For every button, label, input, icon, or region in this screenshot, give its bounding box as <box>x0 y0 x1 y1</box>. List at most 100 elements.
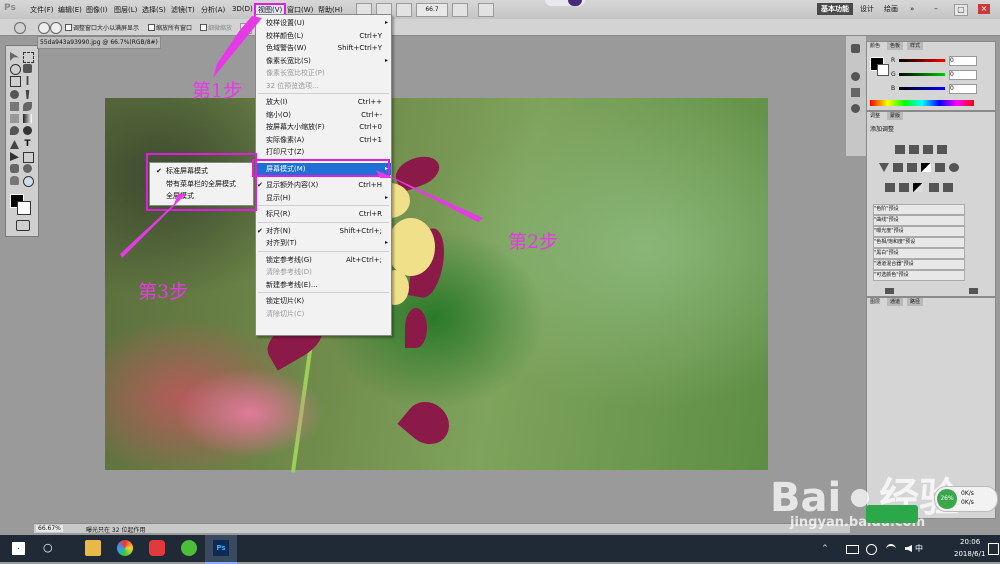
restore-icon[interactable]: ▢ <box>954 4 968 16</box>
clip-layer-icon[interactable] <box>885 288 894 294</box>
eyedropper-tool-icon[interactable] <box>26 76 29 85</box>
channel-mixer-icon[interactable] <box>949 163 959 172</box>
zoom-in-icon[interactable] <box>38 22 50 34</box>
type-tool-icon[interactable]: T <box>23 140 32 149</box>
taskbar-date[interactable]: 2018/6/1 <box>954 550 985 558</box>
black-white-icon[interactable] <box>921 163 931 172</box>
view-menu-item[interactable]: ✔ 对齐(N) Shift+Ctrl+; <box>256 225 391 237</box>
document-tab[interactable]: 55da943a93990.jpg @ 66.7%(RGB/8#) × <box>37 36 161 49</box>
tab-channels[interactable]: 通道 <box>887 298 904 306</box>
preset-curves[interactable]: "曲线"预设 <box>873 215 965 226</box>
vibrance-icon[interactable] <box>879 163 889 172</box>
channel-b-slider[interactable] <box>899 87 945 90</box>
tab-layers[interactable]: 图层 <box>867 298 884 306</box>
workspace-essentials[interactable]: 基本功能 <box>817 3 853 15</box>
move-tool-icon[interactable] <box>10 52 19 61</box>
app-colorful-icon[interactable] <box>117 540 133 556</box>
exposure-icon[interactable] <box>937 145 947 154</box>
shape-tool-icon[interactable] <box>23 152 34 163</box>
file-explorer-icon[interactable] <box>85 540 101 556</box>
menu-edit[interactable]: 编辑(E) <box>58 5 82 15</box>
view-menu-item[interactable]: 锁定切片(K) <box>256 295 391 307</box>
zoom-all-option[interactable]: 缩放所有窗口 <box>148 23 192 32</box>
invert-icon[interactable] <box>885 183 895 192</box>
selective-color-icon[interactable] <box>943 183 953 192</box>
tab-swatches[interactable]: 色板 <box>887 42 904 50</box>
workspace-more[interactable]: » <box>906 3 918 15</box>
arrange-documents-icon[interactable] <box>478 3 494 17</box>
menu-3d[interactable]: 3D(D) <box>232 5 253 13</box>
view-menu-item[interactable]: ✔ 显示额外内容(X) Ctrl+H <box>256 179 391 191</box>
channel-g-slider[interactable] <box>899 73 945 76</box>
navigator-panel-icon[interactable] <box>851 72 860 81</box>
view-menu-item[interactable]: 校样设置(U) ▸ <box>256 17 391 29</box>
hand-tool-icon[interactable] <box>452 3 468 17</box>
battery-icon[interactable] <box>846 545 859 554</box>
status-info[interactable]: 曝光只在 32 位起作用 <box>86 525 145 534</box>
view-menu-item[interactable]: 校样颜色(L) Ctrl+Y <box>256 30 391 42</box>
preset-levels[interactable]: "色阶"预设 <box>873 204 965 215</box>
status-zoom[interactable]: 66.67% <box>36 525 63 532</box>
view-menu-item[interactable]: 实际像素(A) Ctrl+1 <box>256 134 391 146</box>
view-menu-item[interactable]: 放大(I) Ctrl++ <box>256 96 391 108</box>
menu-analysis[interactable]: 分析(A) <box>201 5 225 15</box>
view-menu-item[interactable]: 锁定参考线(G) Alt+Ctrl+; <box>256 254 391 266</box>
channel-g-value[interactable]: 0 <box>949 70 977 80</box>
workspace-design[interactable]: 设计 <box>856 3 878 15</box>
3d-rotate-icon[interactable] <box>10 164 19 173</box>
color-balance-icon[interactable] <box>907 163 917 172</box>
menu-file[interactable]: 文件(F) <box>30 5 54 15</box>
view-menu-item[interactable]: 对齐到(T) ▸ <box>256 237 391 249</box>
app-red-icon[interactable] <box>149 540 165 556</box>
quick-select-tool-icon[interactable] <box>23 64 32 73</box>
eraser-tool-icon[interactable] <box>10 114 19 123</box>
network-speed-widget[interactable]: 26% 0K/s 0K/s <box>934 486 998 512</box>
tab-color[interactable]: 颜色 <box>867 42 884 50</box>
close-icon[interactable]: × <box>978 4 990 14</box>
preset-exposure[interactable]: "曝光度"预设 <box>873 226 965 237</box>
menu-select[interactable]: 选择(S) <box>142 5 166 15</box>
color-spectrum-bar[interactable] <box>870 100 974 106</box>
menu-layer[interactable]: 图层(L) <box>114 5 137 15</box>
search-icon[interactable]: ○ <box>43 541 53 554</box>
volume-icon[interactable] <box>905 545 912 552</box>
minimize-icon[interactable]: – <box>930 4 942 14</box>
tab-paths[interactable]: 路径 <box>907 298 924 306</box>
brush-tool-icon[interactable] <box>25 90 30 99</box>
history-panel-icon[interactable] <box>851 44 860 53</box>
marquee-tool-icon[interactable] <box>23 52 34 63</box>
background-color-swatch[interactable] <box>17 201 31 215</box>
quick-mask-icon[interactable] <box>16 220 30 231</box>
path-select-icon[interactable] <box>10 152 19 161</box>
green-floating-button[interactable] <box>866 505 918 523</box>
wifi-icon[interactable] <box>886 544 896 554</box>
hue-saturation-icon[interactable] <box>893 163 903 172</box>
background-color-preview[interactable] <box>877 64 889 76</box>
crop-tool-icon[interactable] <box>10 76 21 87</box>
windows-start-icon[interactable] <box>12 542 25 555</box>
pen-tool-icon[interactable] <box>10 140 19 149</box>
view-menu-item[interactable]: 按屏幕大小缩放(F) Ctrl+0 <box>256 121 391 133</box>
taskbar-photoshop-active[interactable]: Ps <box>205 535 237 564</box>
channel-r-value[interactable]: 0 <box>949 56 977 66</box>
histogram-panel-icon[interactable] <box>851 88 860 97</box>
resize-windows-option[interactable]: 调整窗口大小以满屏显示 <box>65 23 139 32</box>
view-menu-item[interactable]: 色域警告(W) Shift+Ctrl+Y <box>256 42 391 54</box>
view-menu-item[interactable]: 显示(H) ▸ <box>256 192 391 204</box>
zoom-tool-icon-2[interactable] <box>23 176 34 187</box>
blur-tool-icon[interactable] <box>10 126 19 135</box>
view-menu-item[interactable]: 新建参考线(E)... <box>256 279 391 291</box>
healing-brush-icon[interactable] <box>10 90 19 99</box>
tab-adjustments[interactable]: 调整 <box>867 112 884 120</box>
photo-filter-icon[interactable] <box>935 163 945 172</box>
input-mode-label[interactable]: 中 <box>915 543 923 554</box>
wechat-icon[interactable] <box>181 540 197 556</box>
info-panel-icon[interactable] <box>851 104 860 113</box>
zoom-tool-icon[interactable] <box>14 22 26 34</box>
channel-r-slider[interactable] <box>899 59 945 62</box>
preset-hue-saturation[interactable]: "色相/饱和度"预设 <box>873 237 965 248</box>
zoom-level-select[interactable]: 66.7 <box>416 3 448 17</box>
tab-styles[interactable]: 样式 <box>907 42 924 50</box>
workspace-painting[interactable]: 绘画 <box>880 3 902 15</box>
zoom-out-icon[interactable] <box>50 22 62 34</box>
